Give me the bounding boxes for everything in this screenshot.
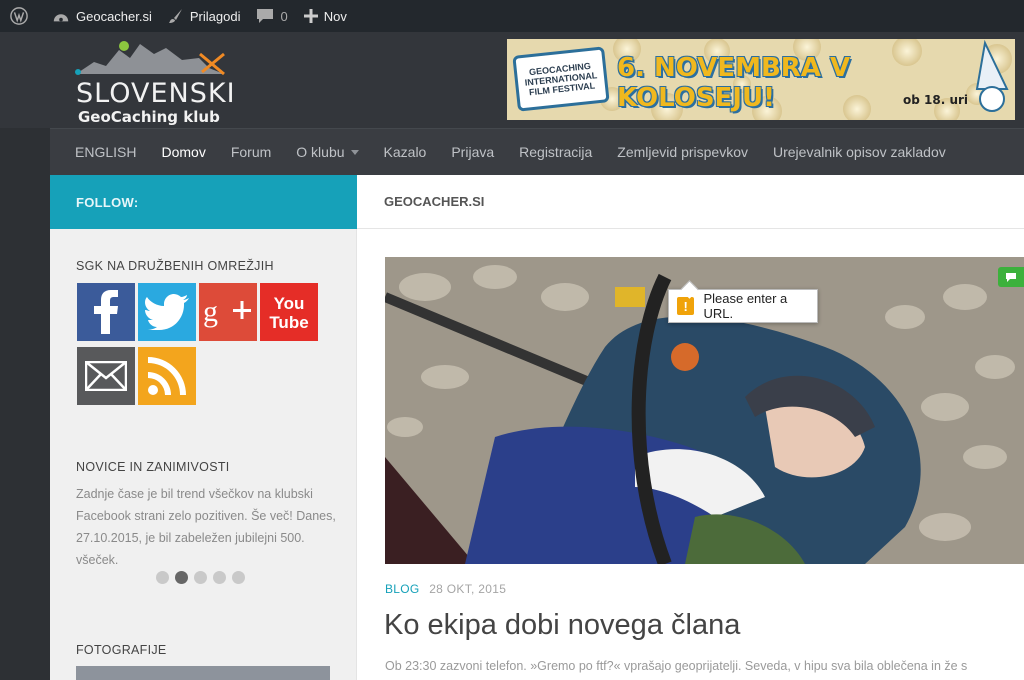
googleplus-icon: g xyxy=(203,295,251,328)
url-validation-tooltip: ! Please enter a URL. xyxy=(668,289,818,323)
slider-dot-4[interactable] xyxy=(213,571,226,584)
new-content-link[interactable]: Nov xyxy=(296,0,355,32)
plus-icon xyxy=(303,9,318,23)
social-widget-title: SGK NA DRUŽBENIH OMREŽJIH xyxy=(76,259,274,273)
customize-link[interactable]: Prilagodi xyxy=(160,0,249,32)
comments-link[interactable]: 0 xyxy=(248,0,295,32)
nav-o-klubu[interactable]: O klubu xyxy=(284,144,371,160)
facebook-link[interactable] xyxy=(77,283,135,341)
left-page-margin xyxy=(0,128,50,680)
tooltip-text: Please enter a URL. xyxy=(703,291,788,321)
breadcrumb-site[interactable]: GEOCACHER.SI xyxy=(384,194,484,209)
post-category[interactable]: BLOG xyxy=(385,582,420,596)
site-header: SLOVENSKI GeoCaching klub GEOCACHING INT… xyxy=(0,32,1024,128)
nav-zemljevid[interactable]: Zemljevid prispevkov xyxy=(605,144,761,160)
comments-count: 0 xyxy=(280,8,288,24)
twitter-link[interactable] xyxy=(138,283,196,341)
site-logo[interactable]: SLOVENSKI GeoCaching klub xyxy=(74,40,236,126)
breadcrumb: GEOCACHER.SI xyxy=(357,175,1024,229)
nav-o-klubu-label: O klubu xyxy=(296,144,345,160)
brush-icon xyxy=(168,9,182,23)
rss-link[interactable] xyxy=(138,347,196,405)
email-icon xyxy=(85,361,127,391)
youtube-icon: You Tube xyxy=(269,294,308,332)
follow-bar: FOLLOW: xyxy=(50,175,357,229)
comment-icon xyxy=(257,9,274,23)
nav-kazalo[interactable]: Kazalo xyxy=(371,144,439,160)
photos-widget-title: FOTOGRAFIJE xyxy=(76,643,167,657)
site-name: Geocacher.si xyxy=(76,8,152,24)
nav-urejevalnik[interactable]: Urejevalnik opisov zakladov xyxy=(761,144,959,160)
dashboard-icon xyxy=(53,14,69,22)
email-link[interactable] xyxy=(77,347,135,405)
post-meta: BLOG 28 OKT, 2015 xyxy=(385,582,506,596)
site-name-link[interactable]: Geocacher.si xyxy=(44,0,160,32)
film-festival-banner[interactable]: GEOCACHING INTERNATIONAL FILM FESTIVAL 6… xyxy=(507,39,1015,120)
post-excerpt: Ob 23:30 zazvoni telefon. »Gremo po ftf?… xyxy=(385,659,968,673)
nav-prijava[interactable]: Prijava xyxy=(439,144,507,160)
slider-dot-1[interactable] xyxy=(156,571,169,584)
news-widget-title: NOVICE IN ZANIMIVOSTI xyxy=(76,460,230,474)
wordpress-icon xyxy=(10,7,28,25)
wordpress-menu[interactable] xyxy=(0,0,44,32)
main-navigation: ENGLISH Domov Forum O klubu Kazalo Prija… xyxy=(50,128,1024,175)
mountains-logo-icon xyxy=(75,41,225,76)
youtube-link[interactable]: You Tube xyxy=(260,283,318,341)
photo-thumbnail[interactable] xyxy=(76,666,330,680)
nav-registracija[interactable]: Registracija xyxy=(507,144,605,160)
slider-dot-2[interactable] xyxy=(175,571,188,584)
svg-text:g: g xyxy=(203,295,218,328)
nav-domov[interactable]: Domov xyxy=(149,144,218,160)
news-text: Zadnje čase je bil trend všečkov na klub… xyxy=(76,487,336,567)
post-title[interactable]: Ko ekipa dobi novega člana xyxy=(384,609,740,642)
customize-label: Prilagodi xyxy=(189,8,241,24)
ticket-graphic: GEOCACHING INTERNATIONAL FILM FESTIVAL xyxy=(512,46,610,112)
youtube-label: You Tube xyxy=(269,294,308,332)
nav-forum[interactable]: Forum xyxy=(218,144,283,160)
slider-dot-5[interactable] xyxy=(232,571,245,584)
nav-english[interactable]: ENGLISH xyxy=(50,144,149,160)
comment-icon xyxy=(1006,272,1016,282)
slider-dot-3[interactable] xyxy=(194,571,207,584)
warning-icon: ! xyxy=(677,297,695,315)
comments-badge[interactable] xyxy=(998,267,1024,287)
chevron-down-icon xyxy=(350,149,359,155)
news-slider-dots xyxy=(156,571,245,584)
facebook-icon xyxy=(94,290,118,334)
googleplus-link[interactable]: g xyxy=(199,283,257,341)
admin-bar: Geocacher.si Prilagodi 0 Nov xyxy=(0,0,1024,32)
banner-time: ob 18. uri xyxy=(903,93,969,107)
logo-title: SLOVENSKI xyxy=(76,78,236,109)
logo-subtitle: GeoCaching klub xyxy=(78,108,220,126)
post-date: 28 OKT, 2015 xyxy=(429,582,507,596)
sidebar: SGK NA DRUŽBENIH OMREŽJIH g You Tube NOVI… xyxy=(50,229,357,680)
rss-icon xyxy=(148,357,186,395)
twitter-icon xyxy=(145,294,189,330)
new-label: Nov xyxy=(323,8,347,24)
